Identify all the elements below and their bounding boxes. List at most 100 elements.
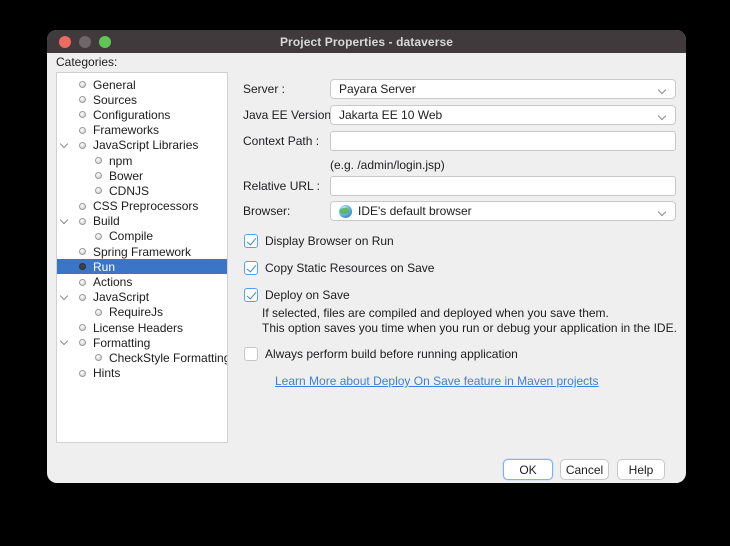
chevron-down-icon — [659, 113, 666, 120]
tree-item-label: Actions — [93, 275, 132, 289]
context-path-hint: (e.g. /admin/login.jsp) — [330, 158, 445, 172]
tree-item[interactable]: Sources — [57, 92, 227, 107]
tree-item[interactable]: JavaScript Libraries — [57, 138, 227, 153]
checkbox-icon[interactable] — [244, 347, 258, 361]
categories-label: Categories: — [56, 55, 117, 69]
node-bullet-icon — [79, 96, 86, 103]
tree-item[interactable]: General — [57, 77, 227, 92]
close-button[interactable] — [59, 36, 71, 48]
java-ee-version-select[interactable]: Jakarta EE 10 Web — [330, 105, 676, 125]
node-bullet-icon — [79, 370, 86, 377]
tree-item[interactable]: Hints — [57, 366, 227, 381]
categories-tree[interactable]: General Sources Configurations Framework… — [56, 72, 228, 443]
tree-item-label: Run — [93, 260, 115, 274]
node-bullet-icon — [95, 157, 102, 164]
tree-item-label: License Headers — [93, 321, 183, 335]
tree-item[interactable]: Bower — [57, 168, 227, 183]
node-bullet-icon — [79, 111, 86, 118]
tree-item-label: Frameworks — [93, 123, 159, 137]
tree-item[interactable]: Build — [57, 214, 227, 229]
ok-button[interactable]: OK — [503, 459, 553, 480]
tree-item[interactable]: JavaScript — [57, 290, 227, 305]
node-bullet-icon — [95, 233, 102, 240]
relative-url-input[interactable] — [330, 176, 676, 196]
checkbox-label: Deploy on Save — [265, 288, 350, 302]
minimize-button[interactable] — [79, 36, 91, 48]
node-bullet-icon — [79, 218, 86, 225]
node-bullet-icon — [79, 279, 86, 286]
node-bullet-icon — [79, 248, 86, 255]
titlebar[interactable]: Project Properties - dataverse — [47, 30, 686, 53]
node-bullet-icon — [95, 187, 102, 194]
tree-item-label: JavaScript — [93, 290, 149, 304]
globe-icon — [339, 205, 352, 218]
server-select[interactable]: Payara Server — [330, 79, 676, 99]
relative-url-label: Relative URL : — [243, 176, 320, 196]
chevron-down-icon — [659, 87, 666, 94]
checkbox-icon[interactable] — [244, 261, 258, 275]
node-bullet-icon — [95, 172, 102, 179]
copy-static-resources-checkbox[interactable]: Copy Static Resources on Save — [244, 260, 434, 276]
tree-item[interactable]: Compile — [57, 229, 227, 244]
always-perform-build-checkbox[interactable]: Always perform build before running appl… — [244, 346, 518, 362]
tree-item-label: JavaScript Libraries — [93, 138, 198, 152]
checkbox-label: Display Browser on Run — [265, 234, 394, 248]
node-bullet-icon — [79, 263, 86, 270]
tree-item-label: Spring Framework — [93, 245, 191, 259]
deploy-note-line1: If selected, files are compiled and depl… — [262, 306, 609, 321]
chevron-down-icon[interactable] — [60, 217, 69, 226]
deploy-on-save-checkbox[interactable]: Deploy on Save — [244, 287, 350, 303]
node-bullet-icon — [95, 309, 102, 316]
tree-item[interactable]: CDNJS — [57, 183, 227, 198]
checkbox-label: Copy Static Resources on Save — [265, 261, 434, 275]
tree-item[interactable]: Actions — [57, 274, 227, 289]
help-button[interactable]: Help — [617, 459, 665, 480]
chevron-down-icon[interactable] — [60, 293, 69, 302]
chevron-down-icon — [659, 209, 666, 216]
context-path-input[interactable] — [330, 131, 676, 151]
node-bullet-icon — [79, 339, 86, 346]
zoom-button[interactable] — [99, 36, 111, 48]
tree-item[interactable]: CheckStyle Formatting — [57, 350, 227, 365]
tree-item[interactable]: Configurations — [57, 107, 227, 122]
cancel-button[interactable]: Cancel — [560, 459, 609, 480]
checkbox-icon[interactable] — [244, 288, 258, 302]
learn-more-link[interactable]: Learn More about Deploy On Save feature … — [275, 374, 599, 388]
checkbox-label: Always perform build before running appl… — [265, 347, 518, 361]
checkbox-icon[interactable] — [244, 234, 258, 248]
chevron-down-icon[interactable] — [60, 338, 69, 347]
tree-item[interactable]: RequireJs — [57, 305, 227, 320]
tree-item[interactable]: Spring Framework — [57, 244, 227, 259]
chevron-down-icon[interactable] — [60, 141, 69, 150]
tree-item-label: Hints — [93, 366, 120, 380]
tree-item[interactable]: npm — [57, 153, 227, 168]
tree-item-label: Bower — [109, 169, 143, 183]
tree-item[interactable]: Run — [57, 259, 227, 274]
node-bullet-icon — [79, 127, 86, 134]
tree-item-label: Sources — [93, 93, 137, 107]
browser-label: Browser: — [243, 201, 290, 221]
node-bullet-icon — [79, 294, 86, 301]
server-label: Server : — [243, 79, 285, 99]
tree-item-label: RequireJs — [109, 305, 163, 319]
node-bullet-icon — [95, 354, 102, 361]
tree-item-label: Compile — [109, 229, 153, 243]
tree-item-label: Build — [93, 214, 120, 228]
tree-item-label: npm — [109, 154, 132, 168]
project-properties-dialog: Project Properties - dataverse Categorie… — [47, 30, 686, 483]
tree-item[interactable]: License Headers — [57, 320, 227, 335]
node-bullet-icon — [79, 142, 86, 149]
screen-background: { "window": { "title": "Project Properti… — [0, 0, 730, 546]
tree-item-label: CheckStyle Formatting — [109, 351, 228, 365]
java-ee-version-label: Java EE Version : — [243, 105, 338, 125]
window-title: Project Properties - dataverse — [280, 35, 453, 49]
browser-value: IDE's default browser — [358, 204, 472, 218]
display-browser-checkbox[interactable]: Display Browser on Run — [244, 233, 394, 249]
server-value: Payara Server — [339, 82, 416, 96]
tree-item[interactable]: Formatting — [57, 335, 227, 350]
tree-item-label: CDNJS — [109, 184, 149, 198]
browser-select[interactable]: IDE's default browser — [330, 201, 676, 221]
node-bullet-icon — [79, 81, 86, 88]
tree-item[interactable]: CSS Preprocessors — [57, 199, 227, 214]
tree-item[interactable]: Frameworks — [57, 123, 227, 138]
